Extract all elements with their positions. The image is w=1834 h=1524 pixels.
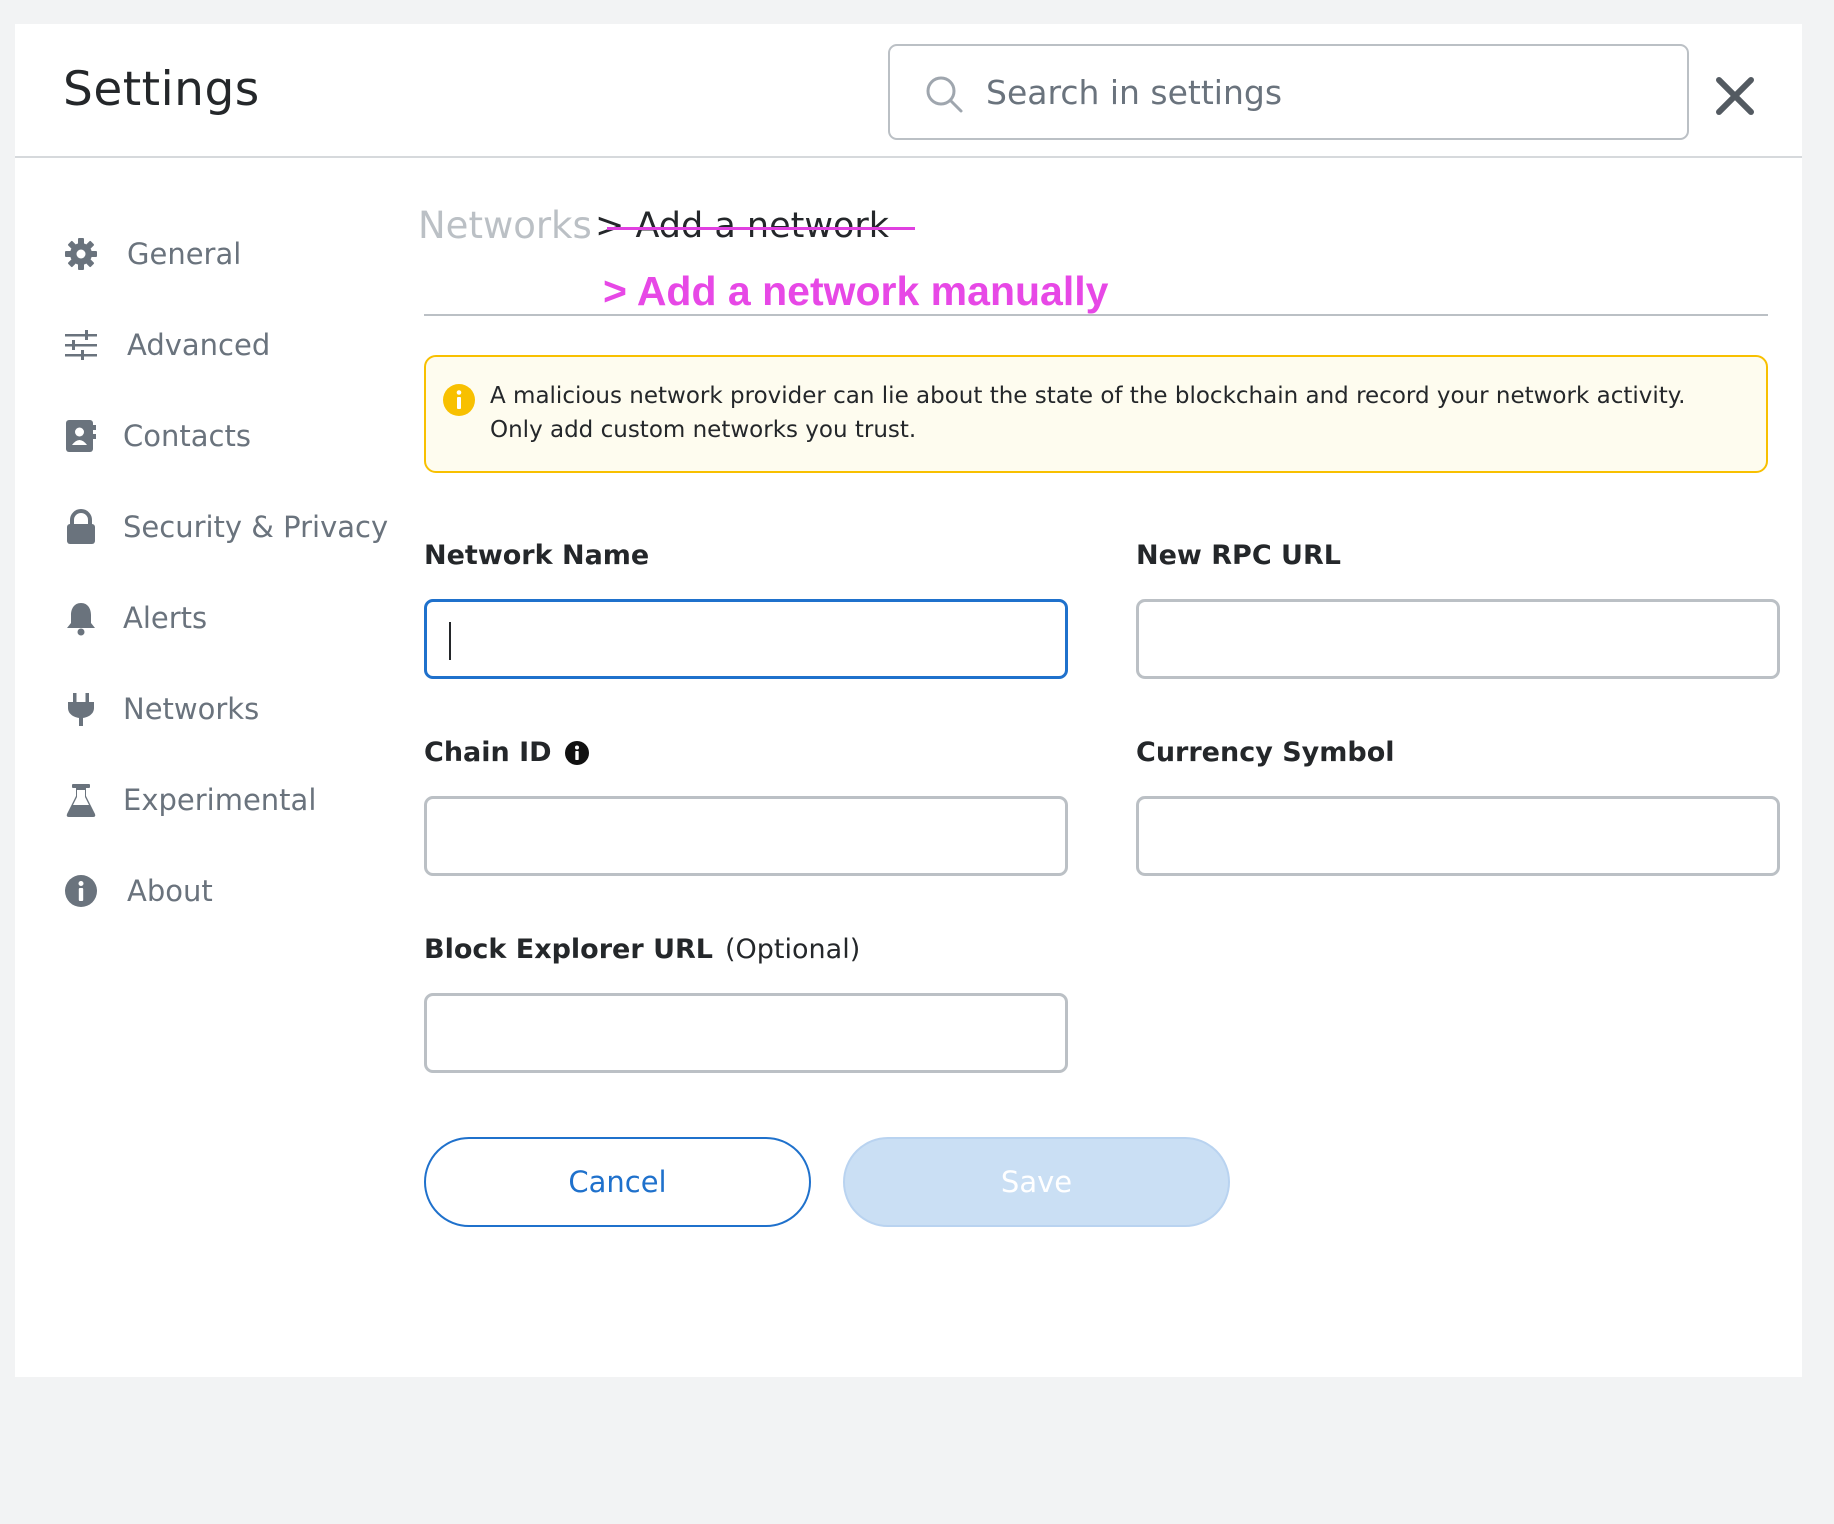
sidebar-item-label: Advanced: [127, 328, 271, 362]
sliders-icon: [65, 330, 97, 360]
currency-symbol-input[interactable]: [1139, 799, 1777, 873]
currency-symbol-label: Currency Symbol: [1136, 737, 1395, 768]
block-explorer-input[interactable]: [427, 996, 1065, 1070]
block-explorer-field[interactable]: [424, 993, 1068, 1073]
breadcrumb-current: > Add a network: [595, 206, 890, 246]
chain-id-label: Chain ID: [424, 737, 590, 768]
search-input[interactable]: [986, 66, 1666, 118]
sidebar-item-security[interactable]: Security & Privacy: [63, 502, 393, 552]
sidebar-item-experimental[interactable]: Experimental: [63, 775, 393, 825]
rpc-url-input[interactable]: [1139, 602, 1777, 676]
settings-panel: Settings Search in settings General Adva…: [15, 24, 1802, 1377]
contacts-book-icon: [66, 420, 96, 452]
rpc-url-label-text: New RPC URL: [1136, 540, 1341, 571]
breadcrumb-divider: [424, 314, 1768, 316]
flask-icon: [66, 784, 96, 817]
rpc-url-field[interactable]: [1136, 599, 1780, 679]
network-name-field[interactable]: [424, 599, 1068, 679]
sidebar-item-label: Experimental: [123, 783, 317, 817]
gear-icon: [65, 238, 97, 270]
warning-info-icon: [443, 384, 475, 416]
warning-text: A malicious network provider can lie abo…: [490, 383, 1686, 443]
breadcrumb-networks-link[interactable]: Networks: [418, 204, 592, 247]
chain-id-input[interactable]: [427, 799, 1065, 873]
network-name-label: Network Name: [424, 540, 649, 571]
currency-symbol-label-text: Currency Symbol: [1136, 737, 1395, 768]
cancel-button[interactable]: Cancel: [424, 1137, 811, 1227]
sidebar-item-label: General: [127, 237, 242, 271]
sidebar-item-label: Networks: [123, 692, 260, 726]
sidebar-item-label: About: [127, 874, 213, 908]
sidebar-item-label: Security & Privacy: [123, 510, 389, 544]
sidebar-item-general[interactable]: General: [63, 229, 393, 279]
bell-icon: [67, 603, 95, 636]
sidebar-item-networks[interactable]: Networks: [63, 684, 393, 734]
warning-banner: A malicious network provider can lie abo…: [424, 355, 1768, 473]
search-box[interactable]: [888, 44, 1689, 140]
plug-icon: [68, 693, 94, 726]
network-name-label-text: Network Name: [424, 540, 650, 571]
chain-id-field[interactable]: [424, 796, 1068, 876]
sidebar-item-about[interactable]: About: [63, 866, 393, 916]
sidebar-item-contacts[interactable]: Contacts: [63, 411, 393, 461]
block-explorer-label: Block Explorer URL (Optional): [424, 934, 860, 965]
close-icon[interactable]: [1713, 74, 1757, 118]
rpc-url-label: New RPC URL: [1136, 540, 1341, 571]
info-icon[interactable]: [564, 740, 590, 766]
lock-icon: [67, 509, 95, 544]
chain-id-label-text: Chain ID: [424, 737, 552, 768]
sidebar-item-alerts[interactable]: Alerts: [63, 593, 393, 643]
sidebar-item-label: Alerts: [123, 601, 208, 635]
save-button[interactable]: Save: [843, 1137, 1230, 1227]
search-icon: [926, 76, 963, 113]
block-explorer-label-text: Block Explorer URL: [424, 934, 713, 965]
settings-header: Settings: [15, 24, 1802, 158]
annotation-text: > Add a network manually: [603, 268, 1109, 314]
currency-symbol-field[interactable]: [1136, 796, 1780, 876]
strikethrough-annotation: [607, 227, 915, 230]
network-name-input[interactable]: [427, 602, 1065, 676]
text-caret: [449, 622, 451, 660]
sidebar-item-label: Contacts: [123, 419, 251, 453]
optional-tag: (Optional): [725, 934, 861, 965]
info-icon: [65, 875, 97, 907]
page-title: Settings: [63, 62, 260, 117]
sidebar-item-advanced[interactable]: Advanced: [63, 320, 393, 370]
